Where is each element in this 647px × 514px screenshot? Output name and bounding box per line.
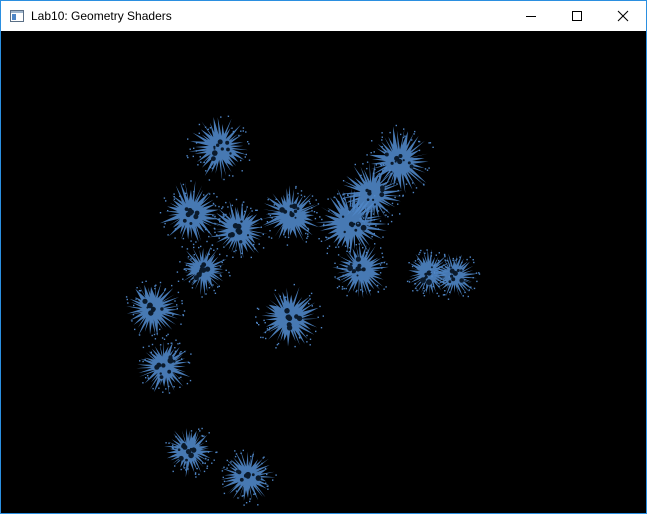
render-viewport[interactable] [1,31,646,513]
window-title: Lab10: Geometry Shaders [31,9,172,23]
particle-cluster [159,180,227,249]
particle-cluster [176,244,231,298]
maximize-button[interactable] [554,1,600,31]
window-app-icon [9,8,25,24]
particle-cluster [332,242,389,299]
minimize-icon [526,16,536,17]
particle-cluster [186,115,251,181]
maximize-icon [572,11,582,21]
particle-cluster [164,427,218,478]
close-icon [617,10,629,22]
particle-cluster [255,283,324,349]
particle-cluster [220,449,277,506]
close-button[interactable] [600,1,646,31]
minimize-button[interactable] [508,1,554,31]
particle-render [125,115,481,506]
particle-cluster [208,198,270,259]
particle-cluster [136,338,192,394]
app-window: Lab10: Geometry Shaders [0,0,647,514]
particle-cluster [125,280,186,340]
title-bar[interactable]: Lab10: Geometry Shaders [1,1,646,31]
